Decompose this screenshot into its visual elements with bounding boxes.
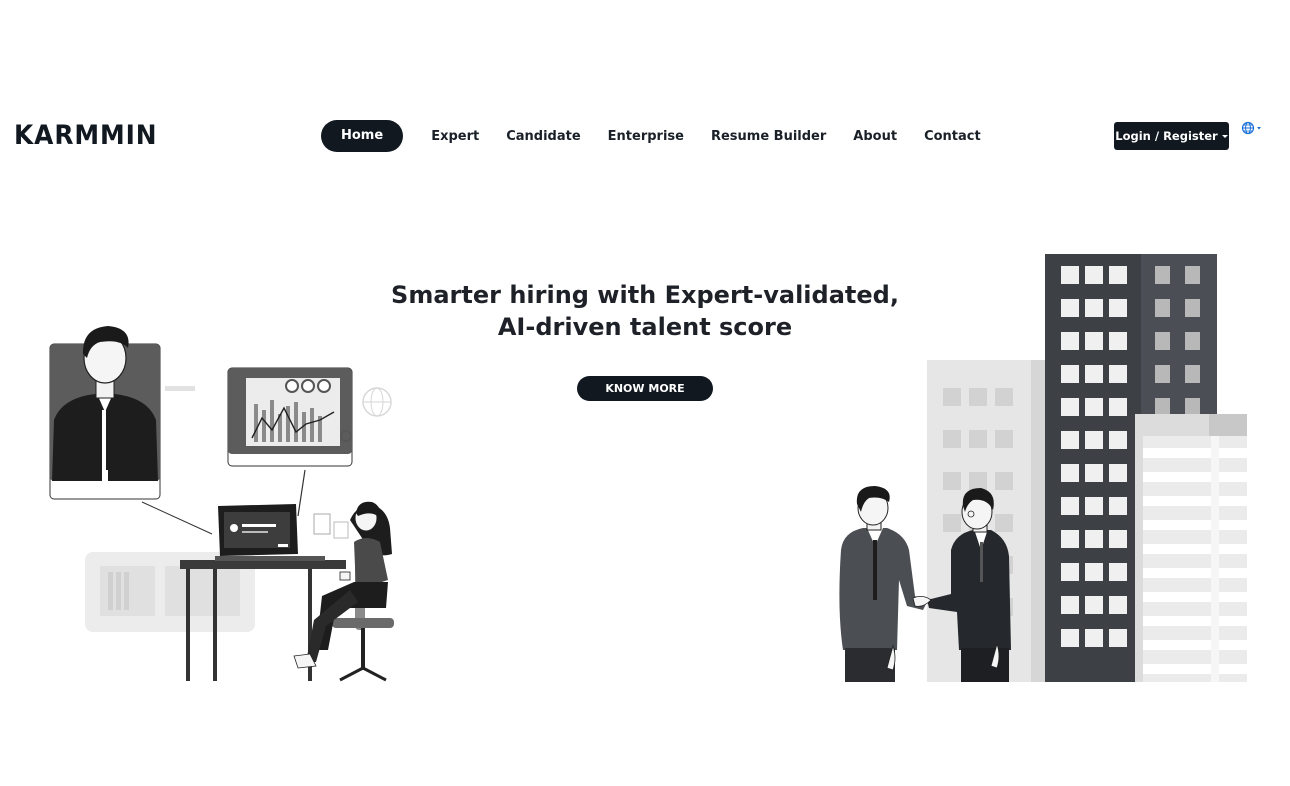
nav-item-expert[interactable]: Expert — [431, 129, 479, 144]
login-register-button[interactable]: Login / Register — [1114, 122, 1229, 150]
nav-item-enterprise[interactable]: Enterprise — [608, 129, 684, 144]
nav-item-contact[interactable]: Contact — [924, 129, 981, 144]
know-more-button[interactable]: KNOW MORE — [577, 376, 713, 401]
globe-icon — [1241, 121, 1261, 135]
main-nav: Home Expert Candidate Enterprise Resume … — [321, 120, 1008, 152]
video-call-illustration — [49, 326, 394, 682]
nav-item-home[interactable]: Home — [321, 120, 404, 152]
business-handshake-illustration — [839, 254, 1247, 682]
nav-item-resume-builder[interactable]: Resume Builder — [711, 129, 826, 144]
nav-item-candidate[interactable]: Candidate — [506, 129, 580, 144]
caret-down-icon — [1221, 134, 1228, 138]
nav-item-about[interactable]: About — [853, 129, 897, 144]
brand-logo[interactable]: KARMMIN — [14, 122, 158, 150]
language-selector[interactable] — [1241, 121, 1265, 137]
login-register-label: Login / Register — [1115, 129, 1218, 143]
